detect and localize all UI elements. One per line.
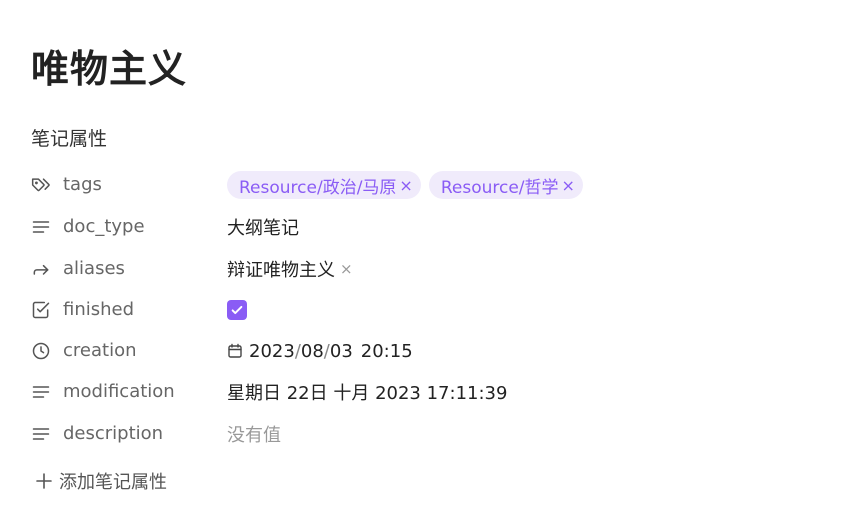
property-value-aliases[interactable]: 辩证唯物主义 × <box>227 254 353 284</box>
date-year: 2023 <box>249 340 295 362</box>
text-lines-icon <box>31 382 51 402</box>
property-value-modification[interactable]: 星期日 22日 十月 2023 17:11:39 <box>227 377 507 407</box>
remove-alias-icon[interactable]: × <box>340 260 353 278</box>
add-property-label: 添加笔记属性 <box>59 472 167 493</box>
property-key-finished[interactable]: finished <box>31 295 227 325</box>
tag-label: Resource/哲学 <box>440 177 559 198</box>
property-label: tags <box>63 174 102 195</box>
date-time: 20:15 <box>360 340 413 362</box>
property-row-creation: creation 2023 / 08 / 03 20:15 <box>31 336 831 366</box>
properties-heading[interactable]: 笔记属性 <box>31 126 107 152</box>
note-view: 唯物主义 笔记属性 tags Resource/政治/马原 × Resource… <box>0 0 851 524</box>
property-key-aliases[interactable]: aliases <box>31 254 227 284</box>
page-title[interactable]: 唯物主义 <box>31 44 187 94</box>
property-label: creation <box>63 340 137 361</box>
property-label: doc_type <box>63 216 145 237</box>
property-row-finished: finished <box>31 295 831 325</box>
property-label: description <box>63 423 164 444</box>
add-property-button[interactable]: 添加笔记属性 <box>35 466 167 496</box>
plus-icon <box>35 472 53 490</box>
text-lines-icon <box>31 424 51 444</box>
property-key-description[interactable]: description <box>31 419 227 449</box>
forward-arrow-icon <box>31 259 51 279</box>
tag-label: Resource/政治/马原 <box>239 177 397 198</box>
property-row-tags: tags Resource/政治/马原 × Resource/哲学 × <box>31 170 831 200</box>
checkbox-icon <box>31 300 51 320</box>
property-value-tags[interactable]: Resource/政治/马原 × Resource/哲学 × <box>227 170 591 200</box>
property-value-creation[interactable]: 2023 / 08 / 03 20:15 <box>227 336 413 366</box>
finished-checkbox[interactable] <box>227 300 247 320</box>
property-label: aliases <box>63 258 125 279</box>
property-row-aliases: aliases 辩证唯物主义 × <box>31 254 831 284</box>
date-day: 03 <box>329 340 353 362</box>
remove-tag-icon[interactable]: × <box>562 176 575 195</box>
remove-tag-icon[interactable]: × <box>399 176 412 195</box>
alias-item[interactable]: 辩证唯物主义 <box>227 256 335 282</box>
tag-pill[interactable]: Resource/政治/马原 × <box>227 171 421 199</box>
date-month: 08 <box>300 340 324 362</box>
property-value-description[interactable]: 没有值 <box>227 419 281 449</box>
clock-icon <box>31 341 51 361</box>
property-row-description: description 没有值 <box>31 419 831 449</box>
tag-pill[interactable]: Resource/哲学 × <box>428 171 583 199</box>
property-key-creation[interactable]: creation <box>31 336 227 366</box>
checkmark-icon <box>231 305 243 315</box>
property-row-modification: modification 星期日 22日 十月 2023 17:11:39 <box>31 377 831 407</box>
property-key-modification[interactable]: modification <box>31 377 227 407</box>
property-row-doc-type: doc_type 大纲笔记 <box>31 212 831 242</box>
property-label: modification <box>63 381 175 402</box>
tags-icon <box>31 175 51 195</box>
property-key-doc-type[interactable]: doc_type <box>31 212 227 242</box>
calendar-icon[interactable] <box>227 343 243 359</box>
text-lines-icon <box>31 217 51 237</box>
property-value-doc-type[interactable]: 大纲笔记 <box>227 212 299 242</box>
property-key-tags[interactable]: tags <box>31 170 227 200</box>
property-value-finished <box>227 295 247 325</box>
property-label: finished <box>63 299 135 320</box>
